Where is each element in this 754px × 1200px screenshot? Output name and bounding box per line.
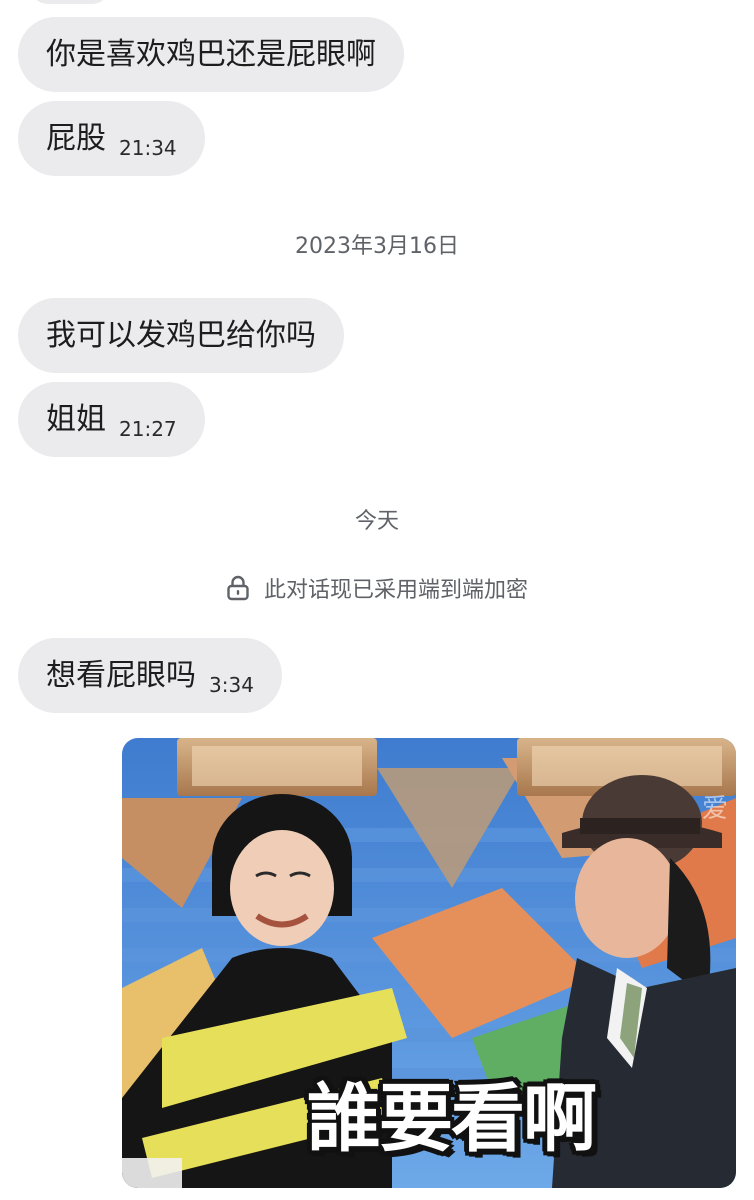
sticker-caption: 誰要看啊 <box>307 1076 597 1162</box>
conversation-thread[interactable]: 你是喜欢鸡巴还是屁眼啊 屁股 21:34 2023年3月16日 我可以发鸡巴给你… <box>0 0 754 1200</box>
message-bubble[interactable]: 屁股 21:34 <box>18 101 205 176</box>
message-bubble[interactable]: 想看屁眼吗 3:34 <box>18 638 282 713</box>
message-text: 屁股 <box>46 120 106 156</box>
message-text: 我可以发鸡巴给你吗 <box>46 317 316 353</box>
message-text: 你是喜欢鸡巴还是屁眼啊 <box>46 36 376 72</box>
today-divider: 今天 <box>354 509 399 534</box>
sticker-image-message[interactable]: 爱 誰要看啊 <box>122 738 736 1188</box>
message-bubble[interactable]: 你是喜欢鸡巴还是屁眼啊 <box>18 17 404 92</box>
encryption-notice-text: 此对话现已采用端到端加密 <box>263 578 528 603</box>
encryption-notice[interactable]: 此对话现已采用端到端加密 <box>0 572 754 604</box>
message-bubble[interactable]: 我可以发鸡巴给你吗 <box>18 298 344 373</box>
message-timestamp: 21:34 <box>119 135 177 160</box>
message-bubble[interactable]: 姐姐 21:27 <box>18 382 205 457</box>
message-timestamp: 21:27 <box>119 416 177 441</box>
sticker-watermark: 爱 <box>701 794 728 824</box>
message-timestamp: 3:34 <box>209 672 254 697</box>
message-text: 姐姐 <box>46 401 106 437</box>
message-text: 想看屁眼吗 <box>46 657 196 693</box>
lock-icon <box>226 575 250 601</box>
previous-message-fragment <box>30 0 110 4</box>
date-divider: 2023年3月16日 <box>295 234 459 259</box>
